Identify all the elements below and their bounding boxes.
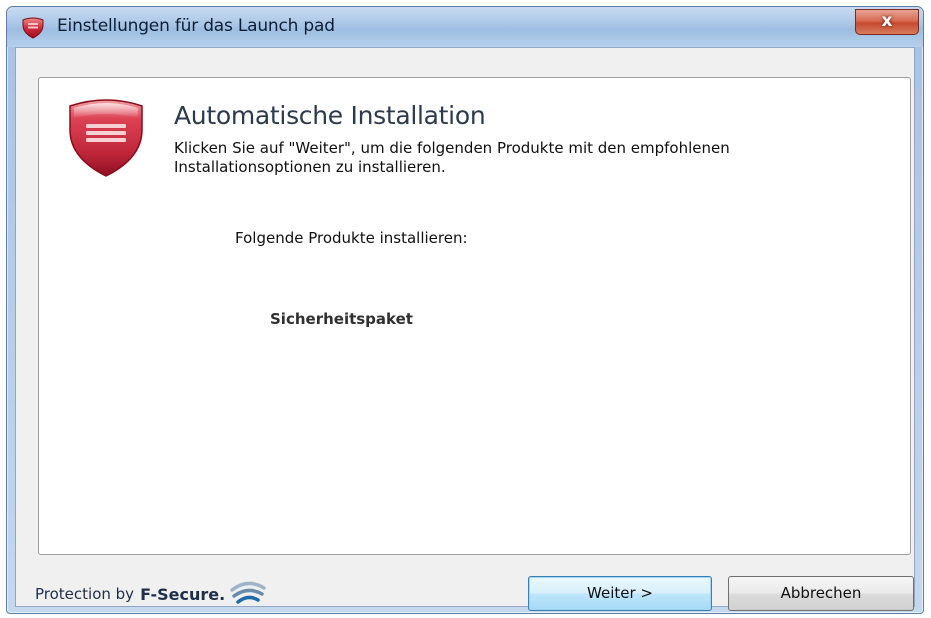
cancel-button[interactable]: Abbrechen <box>728 576 914 611</box>
next-button[interactable]: Weiter > <box>528 576 712 611</box>
window-title: Einstellungen für das Launch pad <box>57 16 335 36</box>
f-secure-shield-icon <box>22 17 44 39</box>
content-panel: Automatische Installation Klicken Sie au… <box>38 77 911 555</box>
brand-name: F-Secure. <box>140 584 226 604</box>
products-label: Folgende Produkte installieren: <box>235 229 468 247</box>
f-secure-shield-icon <box>69 99 143 177</box>
f-secure-wave-logo <box>230 581 266 604</box>
brand-prefix: Protection by <box>35 585 135 603</box>
product-item: Sicherheitspaket <box>270 310 413 328</box>
instruction-text: Klicken Sie auf "Weiter", um die folgend… <box>174 139 730 176</box>
brand-footer: Protection by F-Secure. <box>35 580 268 608</box>
title-bar[interactable]: Einstellungen für das Launch pad x <box>7 7 923 47</box>
installer-window: Einstellungen für das Launch pad x Autom… <box>6 6 924 614</box>
close-button[interactable]: x <box>855 9 919 35</box>
page-title: Automatische Installation <box>174 101 486 130</box>
window-client-area: Automatische Installation Klicken Sie au… <box>15 47 915 611</box>
